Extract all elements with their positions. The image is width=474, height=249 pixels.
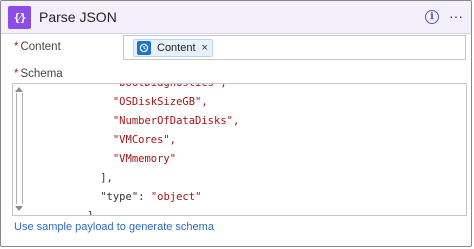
code-string-value: "object": [150, 191, 202, 203]
action-title[interactable]: Parse JSON: [39, 9, 117, 25]
code-punctuation: ],: [100, 172, 113, 184]
scroll-thumb[interactable]: [16, 93, 23, 204]
code-separator: :: [138, 191, 151, 203]
code-string: "OSDiskSizeGB",: [112, 96, 208, 108]
code-key: "type": [100, 191, 139, 203]
code-punctuation: },: [87, 210, 101, 216]
schema-code-line: },: [37, 209, 101, 216]
data-operations-icon: {⁄}: [8, 6, 31, 29]
parse-json-card: {⁄} Parse JSON i ··· * Content Content × …: [0, 0, 472, 247]
schema-scrollbar[interactable]: [14, 87, 24, 214]
action-header[interactable]: {⁄} Parse JSON i ···: [1, 1, 471, 34]
more-options-icon[interactable]: ···: [449, 9, 463, 23]
schema-code-line: "VMCores",: [37, 133, 176, 147]
schema-code-line: "VMmemory": [37, 152, 176, 166]
schema-code-line: "type": "object": [37, 190, 201, 204]
info-icon[interactable]: i: [425, 10, 439, 24]
token-remove-icon[interactable]: ×: [202, 42, 208, 54]
code-string: "VMCores",: [112, 134, 177, 146]
generate-schema-link[interactable]: Use sample payload to generate schema: [14, 221, 214, 233]
http-trigger-icon: [137, 41, 151, 55]
schema-code-line: "bootDiagnostics",: [37, 83, 227, 90]
schema-label-text: Schema: [20, 68, 63, 80]
info-glyph: i: [430, 12, 434, 22]
content-label-text: Content: [20, 41, 61, 53]
token-label: Content: [157, 42, 196, 54]
schema-editor[interactable]: "bootDiagnostics", "OSDiskSizeGB", "Numb…: [12, 83, 467, 216]
schema-label: * Schema: [14, 68, 63, 80]
content-label: * Content: [14, 41, 61, 53]
schema-code-line: "NumberOfDataDisks",: [37, 114, 239, 128]
schema-code-line: ],: [37, 171, 113, 185]
scroll-down-arrow-icon[interactable]: [15, 206, 23, 211]
content-token[interactable]: Content ×: [133, 39, 213, 57]
code-string: "NumberOfDataDisks",: [112, 115, 240, 127]
required-mark: *: [14, 68, 19, 80]
action-icon-glyph: {⁄}: [13, 11, 26, 24]
code-string: "VMmemory": [112, 153, 177, 165]
schema-code-line: "OSDiskSizeGB",: [37, 95, 208, 109]
scroll-up-arrow-icon[interactable]: [15, 87, 23, 92]
content-input[interactable]: Content ×: [123, 35, 466, 60]
code-string: "bootDiagnostics",: [112, 83, 227, 89]
required-mark: *: [14, 41, 19, 53]
